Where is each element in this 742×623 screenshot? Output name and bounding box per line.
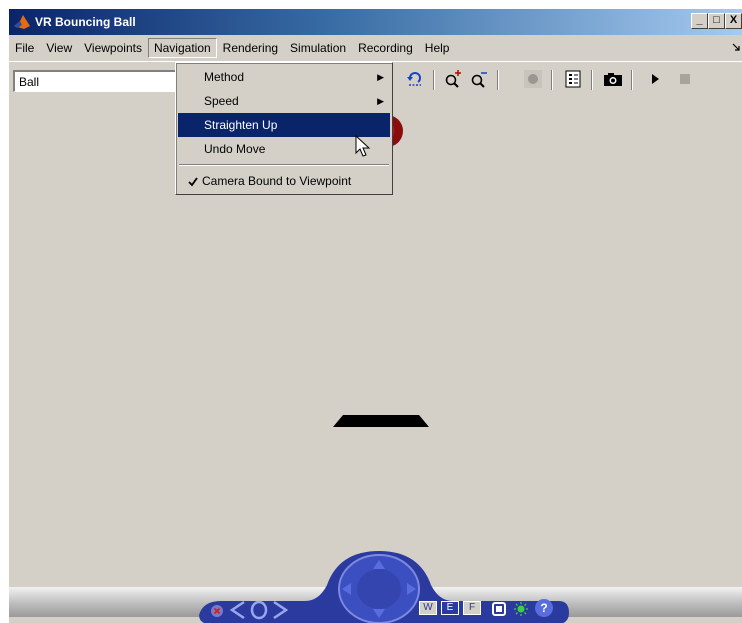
navigation-panel: W E F ? [189, 545, 569, 623]
toolbar-separator [591, 70, 593, 90]
checkmark-icon [188, 169, 198, 193]
mouse-cursor-icon [355, 134, 373, 159]
menu-file[interactable]: File [9, 38, 40, 58]
submenu-arrow-icon: ▶ [377, 96, 384, 106]
matlab-logo-icon [11, 11, 33, 33]
close-button[interactable]: X [725, 13, 742, 29]
menu-item-method[interactable]: Method ▶ [178, 65, 390, 89]
walk-mode-button[interactable]: W [419, 601, 437, 615]
move-down-icon[interactable] [361, 607, 397, 622]
previous-viewpoint-icon[interactable] [229, 600, 247, 623]
menu-item-speed[interactable]: Speed ▶ [178, 89, 390, 113]
properties-icon[interactable] [561, 67, 585, 91]
headlight-icon[interactable] [513, 601, 529, 620]
menu-item-label: Method [204, 70, 245, 84]
menu-viewpoints[interactable]: Viewpoints [78, 38, 148, 58]
submenu-arrow-icon: ▶ [377, 72, 384, 82]
zoom-out-icon[interactable] [467, 67, 491, 91]
move-right-icon[interactable] [405, 581, 417, 600]
home-viewpoint-icon[interactable] [249, 600, 269, 623]
undo-viewpoint-icon[interactable] [403, 67, 427, 91]
toolbar-separator [551, 70, 553, 90]
maximize-button[interactable]: □ [708, 13, 725, 29]
menu-separator [179, 164, 389, 166]
next-viewpoint-icon[interactable] [271, 600, 289, 623]
examine-mode-button[interactable]: E [441, 601, 459, 615]
menu-item-label: Speed [204, 94, 239, 108]
vr-viewer-window: VR Bouncing Ball _ □ X File View Viewpoi… [8, 8, 742, 623]
title-bar[interactable]: VR Bouncing Ball _ □ X [9, 9, 742, 35]
stop-icon[interactable] [673, 67, 697, 91]
window-controls: _ □ X [691, 13, 742, 29]
zoom-in-icon[interactable] [441, 67, 465, 91]
move-up-icon[interactable] [361, 559, 397, 574]
viewpoint-select[interactable]: Ball [13, 70, 183, 92]
floor-object [333, 415, 429, 427]
straighten-icon[interactable] [491, 601, 507, 620]
menu-recording[interactable]: Recording [352, 38, 419, 58]
toolbar-separator [433, 70, 435, 90]
capture-icon[interactable] [601, 67, 625, 91]
menu-item-label: Camera Bound to Viewpoint [202, 174, 352, 188]
move-left-icon[interactable] [341, 581, 353, 600]
menu-item-label: Undo Move [204, 142, 266, 156]
help-button[interactable]: ? [535, 599, 553, 617]
menu-help[interactable]: Help [419, 38, 456, 58]
navigation-dropdown-menu: Method ▶ Speed ▶ Straighten Up Undo Move… [175, 62, 393, 195]
minimize-button[interactable]: _ [691, 13, 708, 29]
toolbar-separator [497, 70, 499, 90]
menu-view[interactable]: View [40, 38, 78, 58]
menu-rendering[interactable]: Rendering [217, 38, 284, 58]
menu-item-straighten-up[interactable]: Straighten Up [178, 113, 390, 137]
record-icon[interactable] [521, 67, 545, 91]
menu-item-label: Straighten Up [204, 118, 278, 132]
play-icon[interactable] [643, 67, 667, 91]
menubar-dock-icon[interactable] [732, 43, 740, 54]
menu-simulation[interactable]: Simulation [284, 38, 352, 58]
window-title: VR Bouncing Ball [35, 15, 136, 29]
close-nav-icon[interactable] [210, 604, 224, 621]
toolbar-separator [631, 70, 633, 90]
menu-navigation[interactable]: Navigation [147, 38, 217, 58]
fly-mode-button[interactable]: F [463, 601, 481, 615]
menu-item-camera-bound[interactable]: Camera Bound to Viewpoint [178, 169, 390, 193]
menu-bar: File View Viewpoints Navigation Renderin… [9, 37, 742, 59]
